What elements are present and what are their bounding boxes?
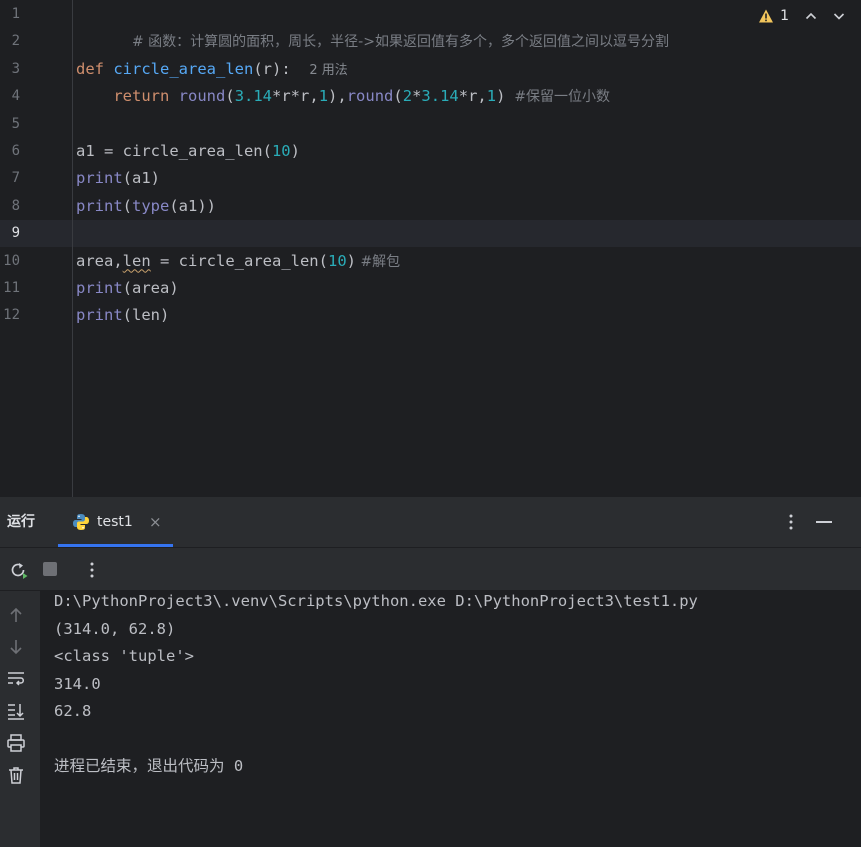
chevron-down-icon[interactable] xyxy=(831,8,847,24)
comment: #保留一位小数 xyxy=(505,89,611,106)
console-output[interactable]: D:\PythonProject3\.venv\Scripts\python.e… xyxy=(40,591,861,847)
builtin-function: print xyxy=(76,306,123,325)
print-icon[interactable] xyxy=(6,733,26,753)
code-line-4[interactable]: return round(3.14*r*r,1),round(2*3.14*r,… xyxy=(76,83,610,110)
punct: ) xyxy=(346,251,356,270)
inspections-widget[interactable]: 1 xyxy=(758,6,847,26)
builtin-function: round xyxy=(346,87,394,106)
warning-count[interactable]: 1 xyxy=(780,8,789,24)
number: 10 xyxy=(271,142,291,160)
line-number: 1 xyxy=(11,6,20,22)
code-text: (len) xyxy=(122,306,170,325)
code-text: (area) xyxy=(122,279,179,297)
tab-test1[interactable]: test1 × xyxy=(58,497,173,547)
line-number-gutter: 1 2 3 4 5 6 7 8 9 10 11 12 xyxy=(0,0,72,497)
line-number: 7 xyxy=(11,170,20,187)
arrow-up-icon[interactable] xyxy=(6,605,26,625)
number: 3.14 xyxy=(234,87,273,106)
builtin-function: round xyxy=(178,87,226,106)
chevron-up-icon[interactable] xyxy=(803,8,819,24)
stop-icon[interactable] xyxy=(43,562,57,576)
close-icon[interactable]: × xyxy=(149,497,162,547)
tool-window-title: 运行 xyxy=(7,514,35,530)
gutter-separator xyxy=(72,0,73,497)
keyword: def xyxy=(76,59,104,78)
number: 10 xyxy=(327,251,347,270)
current-line-highlight xyxy=(0,219,861,247)
console-line: D:\PythonProject3\.venv\Scripts\python.e… xyxy=(54,592,698,610)
code-text: * xyxy=(412,87,422,106)
builtin-function: print xyxy=(76,279,123,297)
comment: # 函数：计算圆的面积，周长，半径->如果返回值有多个，多个返回值之间以逗号分割 xyxy=(132,34,669,51)
console-line: (314.0, 62.8) xyxy=(54,619,176,638)
keyword: return xyxy=(113,87,170,106)
line-number: 8 xyxy=(11,197,20,214)
warning-icon[interactable] xyxy=(758,8,774,24)
code-line-10[interactable]: area,len = circle_area_len(10) #解包 xyxy=(76,248,400,275)
tab-label: test1 xyxy=(97,514,133,530)
code-text: *r, xyxy=(458,87,487,106)
tool-window-header: 运行 test1 × xyxy=(0,497,861,548)
line-number: 2 xyxy=(11,33,20,50)
code-line-1[interactable]: # 函数：计算圆的面积，周长，半径->如果返回值有多个，多个返回值之间以逗号分割 xyxy=(76,1,669,50)
line-number: 11 xyxy=(3,280,20,296)
run-toolbar xyxy=(0,548,861,591)
code-text: (a1)) xyxy=(169,196,217,215)
console-line: 314.0 xyxy=(54,674,101,693)
line-number: 10 xyxy=(3,252,20,269)
number: 2 xyxy=(402,87,413,106)
console-line: <class 'tuple'> xyxy=(54,647,194,665)
more-vertical-icon[interactable] xyxy=(783,512,799,532)
line-number: 12 xyxy=(3,307,20,324)
code-text: = circle_area_len( xyxy=(150,251,328,270)
number: 1 xyxy=(486,87,497,106)
builtin-function: print xyxy=(76,196,123,215)
code-line-6[interactable]: a1 = circle_area_len(10) xyxy=(76,138,300,165)
python-icon xyxy=(73,514,89,530)
process-exit-message: 进程已结束，退出代码为 0 xyxy=(54,757,244,775)
code-text: *r*r, xyxy=(272,87,319,106)
arrow-down-icon[interactable] xyxy=(6,637,26,657)
code-line-7[interactable]: print(a1) xyxy=(76,165,160,192)
code-text: a1 = circle_area_len( xyxy=(76,142,272,160)
soft-wrap-icon[interactable] xyxy=(6,669,26,689)
active-tab-indicator xyxy=(58,544,173,547)
punct: ( xyxy=(225,87,235,106)
punct: ( xyxy=(122,196,133,215)
minimize-icon[interactable] xyxy=(816,521,832,523)
shadowed-builtin-warning[interactable]: len xyxy=(123,252,151,270)
trash-icon[interactable] xyxy=(6,765,26,785)
parameters: (r): xyxy=(253,59,291,78)
line-number: 6 xyxy=(11,143,20,159)
comment: #解包 xyxy=(356,253,401,270)
punct: ) xyxy=(290,142,300,160)
code-text: area, xyxy=(76,251,123,270)
more-vertical-icon[interactable] xyxy=(84,560,100,580)
punct: ), xyxy=(328,87,347,106)
usages-inlay-hint[interactable]: 2 用法 xyxy=(309,63,347,78)
ide-window: 1 2 3 4 5 6 7 8 9 10 11 12 # 函数：计算圆的面积，周… xyxy=(0,0,861,847)
line-number: 4 xyxy=(11,88,20,105)
line-number: 5 xyxy=(11,115,20,132)
code-editor[interactable]: 1 2 3 4 5 6 7 8 9 10 11 12 # 函数：计算圆的面积，周… xyxy=(0,0,861,497)
line-number-current: 9 xyxy=(11,225,20,242)
line-number: 3 xyxy=(11,60,20,77)
punct: ( xyxy=(393,87,403,106)
code-line-12[interactable]: print(len) xyxy=(76,302,169,329)
console-side-toolbar xyxy=(0,591,40,847)
code-line-11[interactable]: print(area) xyxy=(76,275,179,302)
number: 1 xyxy=(318,87,329,106)
run-tool-window: 运行 test1 × D:\PythonProject3\.venv\Scrip… xyxy=(0,497,861,847)
code-line-8[interactable]: print(type(a1)) xyxy=(76,193,216,220)
code-line-3[interactable]: def circle_area_len(r): 2 用法 xyxy=(76,56,348,83)
console-line: 62.8 xyxy=(54,702,92,720)
builtin-function: type xyxy=(132,196,170,215)
function-name: circle_area_len xyxy=(113,59,254,78)
code-text: (a1) xyxy=(122,169,160,188)
builtin-function: print xyxy=(76,169,123,188)
scroll-to-end-icon[interactable] xyxy=(6,701,26,721)
rerun-icon[interactable] xyxy=(8,560,28,580)
number: 3.14 xyxy=(421,87,459,106)
